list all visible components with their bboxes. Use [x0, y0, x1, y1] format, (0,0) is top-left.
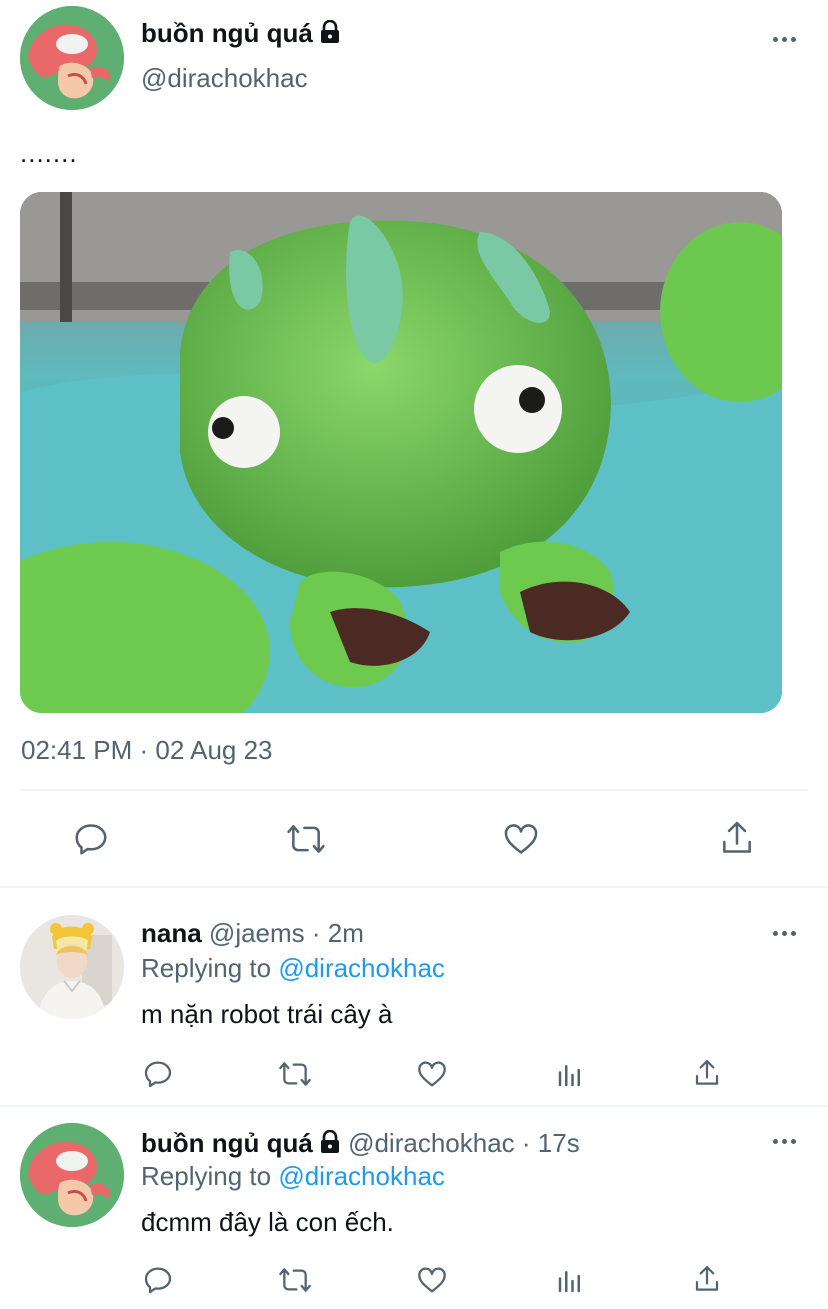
replying-to: Replying to @dirachokhac: [141, 1161, 445, 1192]
reply-display-name[interactable]: buồn ngủ quá: [141, 1128, 313, 1158]
timestamp-divider: [20, 789, 808, 791]
frog-cupcake-photo: [20, 192, 782, 713]
replying-to: Replying to @dirachokhac: [141, 953, 445, 984]
replying-to-handle[interactable]: @dirachokhac: [278, 1161, 445, 1191]
more-options-icon[interactable]: [773, 37, 796, 42]
reply-text: đcmm đây là con ếch.: [141, 1207, 394, 1237]
like-icon[interactable]: [502, 820, 540, 858]
avatar-photo: [20, 915, 124, 1019]
more-options-icon[interactable]: [773, 931, 796, 936]
reply-avatar-nana[interactable]: [20, 915, 124, 1019]
reply-header: nana @jaems · 2m: [141, 918, 364, 949]
tweet-timestamp: 02:41 PM · 02 Aug 23: [21, 735, 273, 765]
author-display-name: buồn ngủ quá: [141, 18, 313, 48]
reply-time: · 2m: [311, 918, 364, 948]
retweet-icon[interactable]: [285, 820, 327, 858]
reply-avatar-author[interactable]: [20, 1123, 124, 1227]
author-avatar[interactable]: [20, 6, 124, 110]
like-icon[interactable]: [416, 1264, 448, 1296]
reply-handle[interactable]: @jaems: [209, 918, 305, 948]
reply-divider: [0, 1105, 828, 1107]
reply-icon[interactable]: [142, 1264, 174, 1296]
section-divider: [0, 886, 828, 888]
replying-to-label: Replying to: [141, 1161, 272, 1191]
tweet-text: .......: [20, 138, 78, 168]
analytics-icon[interactable]: [555, 1266, 585, 1296]
share-icon[interactable]: [692, 1263, 722, 1295]
reply-display-name[interactable]: nana: [141, 918, 202, 948]
replying-to-handle[interactable]: @dirachokhac: [278, 953, 445, 983]
lock-icon: [319, 19, 341, 51]
reply-time: · 17s: [521, 1128, 580, 1158]
retweet-icon[interactable]: [277, 1058, 313, 1090]
share-icon[interactable]: [692, 1057, 722, 1089]
reply-header: buồn ngủ quá @dirachokhac · 17s: [141, 1128, 580, 1161]
author-name[interactable]: buồn ngủ quá: [141, 18, 341, 51]
retweet-icon[interactable]: [277, 1264, 313, 1296]
like-icon[interactable]: [416, 1058, 448, 1090]
avatar-illustration: [20, 6, 124, 110]
replying-to-label: Replying to: [141, 953, 272, 983]
author-handle[interactable]: @dirachokhac: [141, 63, 308, 94]
analytics-icon[interactable]: [555, 1060, 585, 1090]
share-icon[interactable]: [718, 818, 756, 858]
reply-text: m nặn robot trái cây à: [141, 999, 393, 1029]
avatar-illustration: [20, 1123, 124, 1227]
reply-icon[interactable]: [142, 1058, 174, 1090]
tweet-image[interactable]: [20, 192, 782, 713]
more-options-icon[interactable]: [773, 1139, 796, 1144]
lock-icon: [319, 1129, 341, 1161]
reply-handle[interactable]: @dirachokhac: [348, 1128, 515, 1158]
reply-icon[interactable]: [72, 820, 110, 858]
